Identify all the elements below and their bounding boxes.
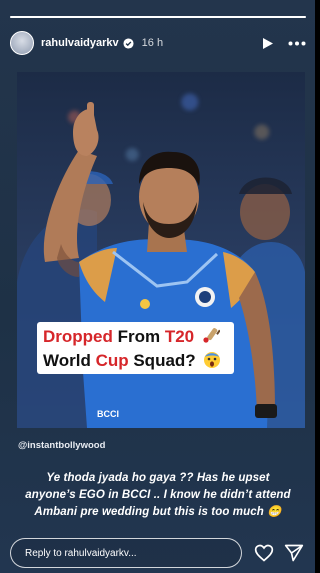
headline-t20: T20 — [164, 327, 195, 346]
more-icon[interactable] — [288, 41, 306, 46]
post-credit[interactable]: @instantbollywood — [18, 440, 105, 451]
story-caption: Ye thoda jyada ho gaya ?? Has he upset a… — [25, 472, 291, 518]
verified-icon — [123, 37, 134, 49]
story-progress-fill — [10, 16, 306, 18]
cricket-bat-icon — [202, 326, 221, 350]
username[interactable]: rahulvaidyarkv — [41, 37, 119, 49]
shocked-emoji-icon — [203, 351, 221, 375]
headline-card: Dropped From T20 World Cup Squad? — [37, 322, 234, 374]
heart-icon[interactable] — [254, 543, 274, 563]
story-controls — [262, 37, 306, 50]
headline-line-2: World Cup Squad? — [43, 350, 228, 375]
story-header: rahulvaidyarkv 16 h — [10, 30, 306, 56]
play-icon[interactable] — [262, 37, 274, 50]
headline-world: World — [43, 351, 96, 370]
headline-from: From — [112, 327, 165, 346]
jersey-brand: BCCI — [97, 409, 119, 419]
headline-dropped: Dropped — [43, 327, 113, 346]
avatar[interactable] — [10, 31, 34, 55]
post-image: BCCI Dropped From T20 World Cup Squad? — [17, 72, 305, 428]
story-viewer: rahulvaidyarkv 16 h BCCI Dropped From T2… — [0, 0, 315, 573]
headline-cup: Cup — [95, 351, 129, 370]
reply-input[interactable]: Reply to rahulvaidyarkv... — [10, 538, 242, 568]
headline-squad: Squad? — [128, 351, 196, 370]
story-time: 16 h — [141, 37, 164, 49]
headline-line-1: Dropped From T20 — [43, 326, 228, 350]
story-progress-bar — [10, 16, 306, 18]
send-icon[interactable] — [284, 543, 304, 563]
reply-placeholder: Reply to rahulvaidyarkv... — [25, 547, 137, 559]
